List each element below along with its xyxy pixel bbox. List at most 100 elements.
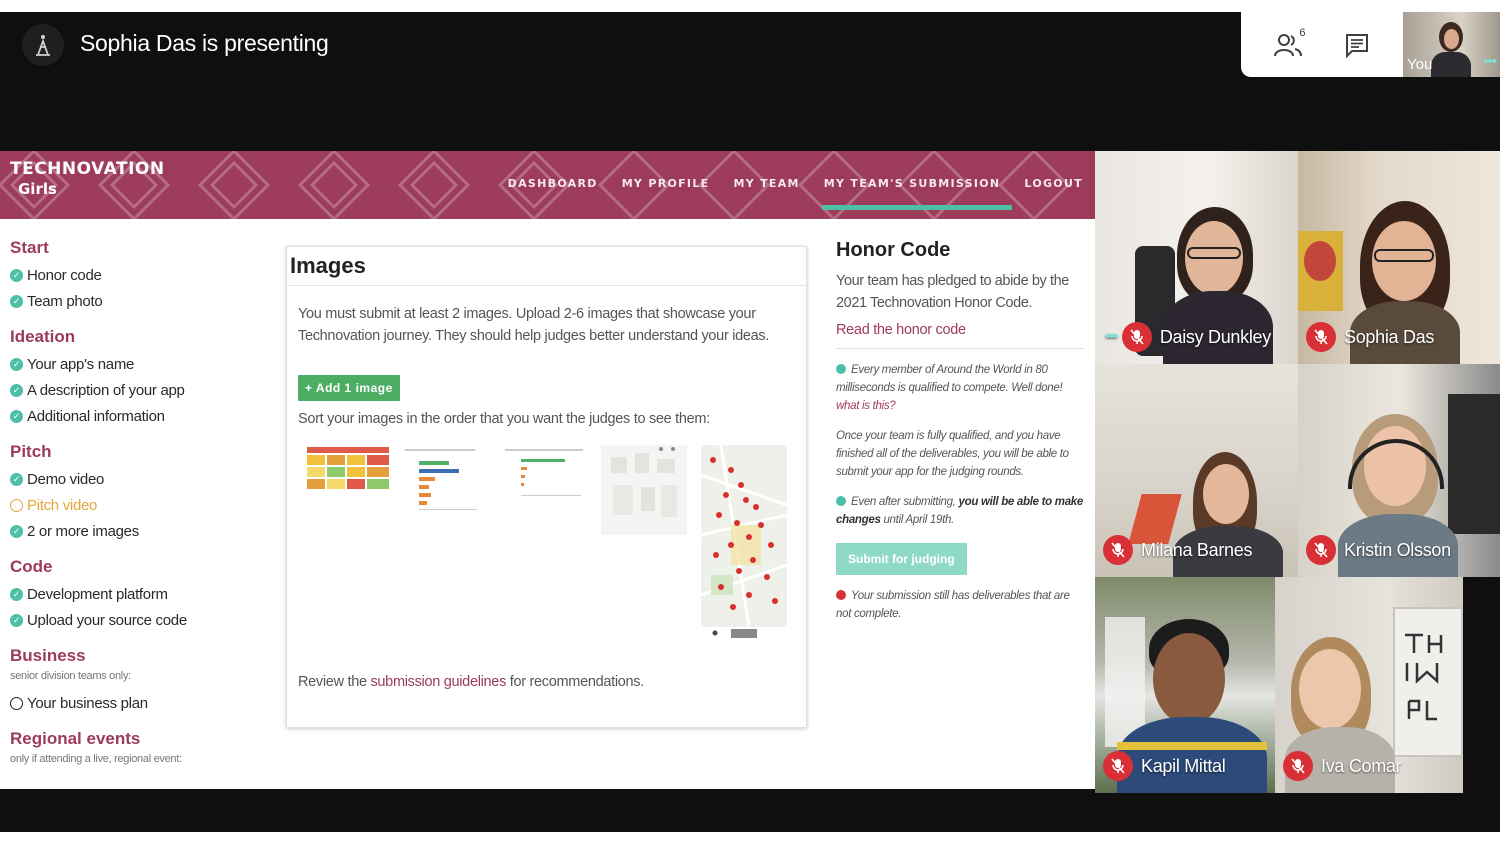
images-card-title: Images (290, 253, 366, 278)
self-video-tile[interactable]: You ••• (1403, 12, 1500, 77)
check-icon: ✓ (10, 613, 23, 627)
section-business-heading: Business (10, 646, 86, 665)
section-pitch-heading: Pitch (10, 442, 52, 461)
submission-guidelines-link[interactable]: submission guidelines (370, 674, 506, 690)
checklist-item-additional-info[interactable]: ✓ Additional information (10, 403, 270, 429)
speaking-indicator-icon: ••• (1105, 328, 1118, 345)
honor-code-panel: Honor Code Your team has pledged to abid… (836, 239, 1084, 623)
submission-checklist: Start ✓ Honor code ✓ Team photo Ideation ✓… (10, 238, 270, 773)
sort-instructions: Sort your images in the order that you w… (298, 411, 710, 427)
check-icon (836, 364, 846, 374)
presenter-icon (22, 24, 64, 66)
nav-my-teams-submission[interactable]: MY TEAM'S SUBMISSION (821, 177, 1013, 210)
nav-logout[interactable]: LOGOUT (1024, 177, 1083, 190)
image-thumbnail-1[interactable] (303, 445, 393, 497)
empty-circle-icon (10, 696, 23, 710)
incomplete-note: Your submission still has deliverables t… (836, 590, 1070, 620)
participant-tile-daisy[interactable]: ••• Daisy Dunkley (1095, 151, 1298, 364)
chat-button[interactable] (1335, 23, 1379, 67)
checklist-item-honor-code[interactable]: ✓ Honor code (10, 262, 270, 288)
checklist-item-team-photo[interactable]: ✓ Team photo (10, 288, 270, 314)
mic-off-icon (1103, 535, 1133, 565)
participant-label: Milana Barnes (1103, 535, 1252, 565)
nav-my-profile[interactable]: MY PROFILE (622, 177, 710, 190)
checklist-item-app-description[interactable]: ✓ A description of your app (10, 377, 270, 403)
error-icon (836, 590, 846, 600)
presenting-label: Sophia Das is presenting (80, 30, 329, 56)
chat-icon (1345, 33, 1368, 58)
site-nav: DASHBOARD MY PROFILE MY TEAM MY TEAM'S S… (508, 177, 1083, 210)
read-honor-code-link[interactable]: Read the honor code (836, 322, 1084, 338)
section-regional-heading: Regional events (10, 729, 141, 748)
participant-tile-kapil[interactable]: Kapil Mittal (1095, 577, 1275, 793)
shared-screen: TECHNOVATION Girls DASHBOARD MY PROFILE … (0, 151, 1095, 789)
images-card-description: You must submit at least 2 images. Uploa… (298, 306, 770, 344)
poster-art (1401, 627, 1451, 736)
image-thumbnail-4[interactable] (601, 445, 687, 535)
nav-dashboard[interactable]: DASHBOARD (508, 177, 598, 190)
mic-off-icon (1306, 322, 1336, 352)
image-thumbnail-2[interactable] (401, 447, 491, 513)
pending-circle-icon (10, 498, 23, 512)
check-icon: ✓ (10, 294, 23, 308)
honor-code-title: Honor Code (836, 239, 951, 261)
check-icon: ✓ (10, 587, 23, 601)
regional-note: only if attending a live, regional event… (10, 753, 182, 765)
mic-off-icon (1306, 535, 1336, 565)
nav-my-team[interactable]: MY TEAM (733, 177, 799, 190)
brand-sub: Girls (18, 180, 57, 198)
image-thumbnails (303, 445, 788, 642)
check-icon: ✓ (10, 409, 23, 423)
check-icon: ✓ (10, 357, 23, 371)
submit-for-judging-button[interactable]: Submit for judging (836, 543, 967, 575)
participant-label: Kapil Mittal (1103, 751, 1226, 781)
qualified-note: Every member of Around the World in 80 m… (836, 364, 1063, 412)
checklist-item-business-plan[interactable]: Your business plan (10, 690, 270, 716)
info-icon (836, 496, 846, 506)
participant-tile-milana[interactable]: Milana Barnes (1095, 364, 1298, 577)
image-thumbnail-5[interactable] (700, 445, 788, 642)
participant-label: Iva Comar (1283, 751, 1402, 781)
participant-label: Sophia Das (1306, 322, 1434, 352)
what-is-this-link[interactable]: what is this? (836, 400, 896, 412)
section-ideation-heading: Ideation (10, 327, 76, 346)
checklist-item-images[interactable]: ✓ 2 or more images (10, 518, 270, 544)
brand-main: TECHNOVATION (10, 159, 165, 179)
changes-note: Even after submitting, you will be able … (836, 496, 1083, 526)
check-icon: ✓ (10, 268, 23, 282)
checklist-item-pitch-video[interactable]: Pitch video (10, 492, 270, 518)
participant-label: ••• Daisy Dunkley (1105, 322, 1271, 352)
section-start-heading: Start (10, 238, 49, 257)
checklist-item-demo-video[interactable]: ✓ Demo video (10, 466, 270, 492)
checklist-item-source-code[interactable]: ✓ Upload your source code (10, 607, 270, 633)
meeting-stage: Sophia Das is presenting 6 You ••• TECHN… (0, 12, 1500, 832)
checklist-item-dev-platform[interactable]: ✓ Development platform (10, 581, 270, 607)
technovation-logo[interactable]: TECHNOVATION Girls (10, 159, 165, 198)
people-button[interactable]: 6 (1266, 23, 1310, 67)
site-header: TECHNOVATION Girls DASHBOARD MY PROFILE … (0, 151, 1095, 219)
mic-off-icon (1283, 751, 1313, 781)
participant-tile-kristin[interactable]: Kristin Olsson (1298, 364, 1500, 577)
mic-off-icon (1121, 322, 1152, 352)
check-icon: ✓ (10, 383, 23, 397)
check-icon: ✓ (10, 524, 23, 538)
people-icon (1273, 33, 1302, 56)
images-card: Images You must submit at least 2 images… (286, 246, 807, 728)
judging-note: Once your team is fully qualified, and y… (836, 430, 1069, 478)
self-label: You (1407, 56, 1433, 73)
meeting-controls: 6 (1241, 12, 1403, 77)
check-icon: ✓ (10, 472, 23, 486)
add-image-button[interactable]: + Add 1 image (298, 375, 400, 401)
image-thumbnail-3[interactable] (501, 447, 591, 503)
honor-code-description: Your team has pledged to abide by the 20… (836, 273, 1069, 311)
business-note: senior division teams only: (10, 670, 131, 682)
participant-tile-iva[interactable]: Iva Comar (1275, 577, 1463, 793)
participant-label: Kristin Olsson (1306, 535, 1451, 565)
participant-tile-sophia[interactable]: Sophia Das (1298, 151, 1500, 364)
checklist-item-app-name[interactable]: ✓ Your app's name (10, 351, 270, 377)
people-count: 6 (1299, 26, 1306, 39)
mic-off-icon (1103, 751, 1133, 781)
review-guidelines-text: Review the submission guidelines for rec… (298, 674, 644, 690)
more-options-icon[interactable]: ••• (1483, 53, 1497, 70)
section-code-heading: Code (10, 557, 53, 576)
